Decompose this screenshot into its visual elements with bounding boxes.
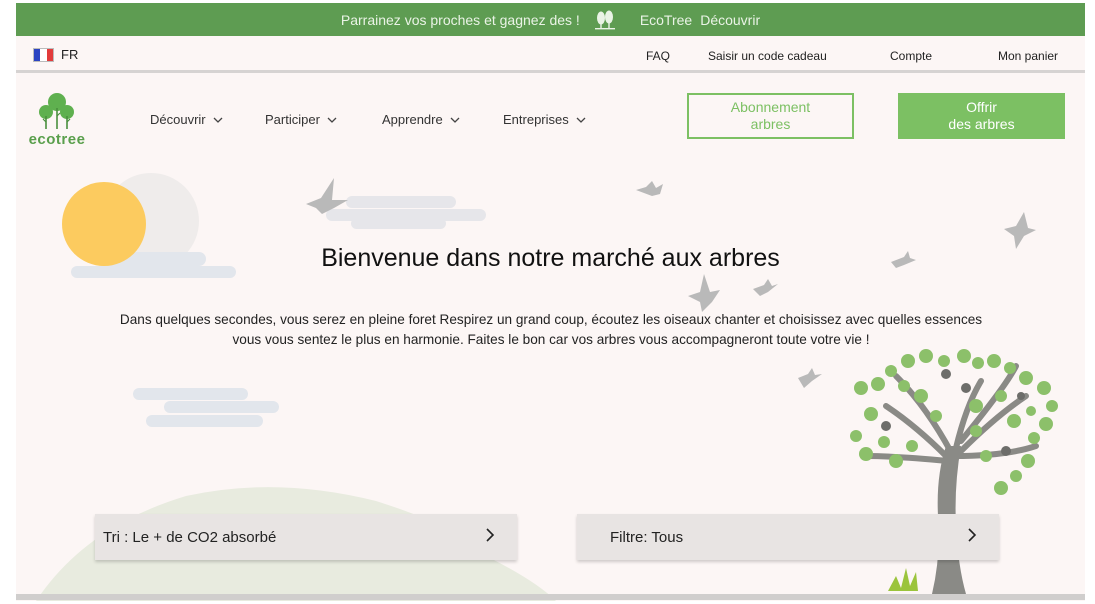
language-selector[interactable]: FR — [33, 47, 78, 62]
faq-link[interactable]: FAQ — [646, 49, 670, 63]
logo-trees-icon — [39, 93, 74, 129]
bird-icon — [753, 279, 778, 296]
subscription-button-label: Abonnement arbres — [731, 99, 810, 133]
filter-label: Filtre: Tous — [610, 528, 684, 546]
promo-discover-link[interactable]: Découvrir — [700, 12, 760, 28]
tree-pair-icon — [594, 10, 616, 30]
sort-dropdown[interactable]: Tri : Le + de CO2 absorbé — [95, 514, 517, 560]
gift-code-link[interactable]: Saisir un code cadeau — [708, 49, 827, 63]
ecotree-logo[interactable]: ecotree — [22, 88, 92, 148]
nav-item-label: Découvrir — [150, 112, 206, 127]
nav-item-label: Entreprises — [503, 112, 569, 127]
cloud-top — [326, 196, 486, 229]
bottom-divider — [16, 594, 1085, 600]
france-flag-icon — [33, 47, 54, 62]
bird-icon — [636, 181, 663, 196]
promo-bar: Parrainez vos proches et gagnez des ! Ec… — [16, 3, 1085, 36]
subscription-label-line2: arbres — [750, 116, 791, 132]
chevron-down-icon — [450, 117, 460, 123]
subscription-label-line1: Abonnement — [730, 99, 811, 115]
nav-item-apprendre[interactable]: Apprendre — [382, 112, 460, 127]
nav-item-label: Participer — [265, 112, 320, 127]
main-nav: ecotree Découvrir Participer Apprendre E… — [16, 76, 1085, 156]
logo-text: ecotree — [28, 131, 86, 148]
hero-description: Dans quelques secondes, vous serez en pl… — [56, 310, 1046, 350]
utility-bar: FR FAQ Saisir un code cadeau Compte Mon … — [16, 36, 1085, 73]
chevron-down-icon — [213, 117, 223, 123]
offer-button-label: Offrir des arbres — [948, 99, 1014, 133]
offer-trees-button[interactable]: Offrir des arbres — [898, 93, 1065, 139]
offer-label-line2: des arbres — [948, 116, 1015, 132]
promo-text: Parrainez vos proches et gagnez des ! — [340, 11, 580, 28]
chevron-down-icon — [327, 117, 337, 123]
sort-label: Tri : Le + de CO2 absorbé — [103, 528, 277, 546]
chevron-right-icon — [968, 528, 977, 542]
bird-icon — [798, 368, 822, 388]
language-label: FR — [61, 47, 79, 62]
filter-dropdown[interactable]: Filtre: Tous — [577, 514, 999, 560]
nav-item-label: Apprendre — [382, 112, 443, 127]
promo-brand: EcoTree — [639, 11, 693, 28]
cloud-mid — [133, 388, 279, 427]
subscription-button[interactable]: Abonnement arbres — [687, 93, 854, 139]
nav-item-entreprises[interactable]: Entreprises — [503, 112, 586, 127]
page-frame: Parrainez vos proches et gagnez des ! Ec… — [16, 3, 1085, 601]
bird-icon — [306, 178, 348, 214]
nav-item-participer[interactable]: Participer — [265, 112, 337, 127]
hero-title: Bienvenue dans notre marché aux arbres — [321, 244, 780, 272]
hero-description-line1: Dans quelques secondes, vous serez en pl… — [119, 312, 983, 327]
nav-item-decouvrir[interactable]: Découvrir — [150, 112, 223, 127]
hero-description-line2: vous vous sentez le plus en harmonie. Fa… — [232, 332, 870, 347]
hero-section: Bienvenue dans notre marché aux arbres D… — [16, 156, 1085, 601]
cart-link[interactable]: Mon panier — [998, 49, 1058, 63]
account-link[interactable]: Compte — [890, 49, 932, 63]
offer-label-line1: Offrir — [966, 99, 997, 115]
chevron-down-icon — [576, 117, 586, 123]
bird-icon — [688, 274, 720, 312]
chevron-right-icon — [486, 528, 495, 542]
